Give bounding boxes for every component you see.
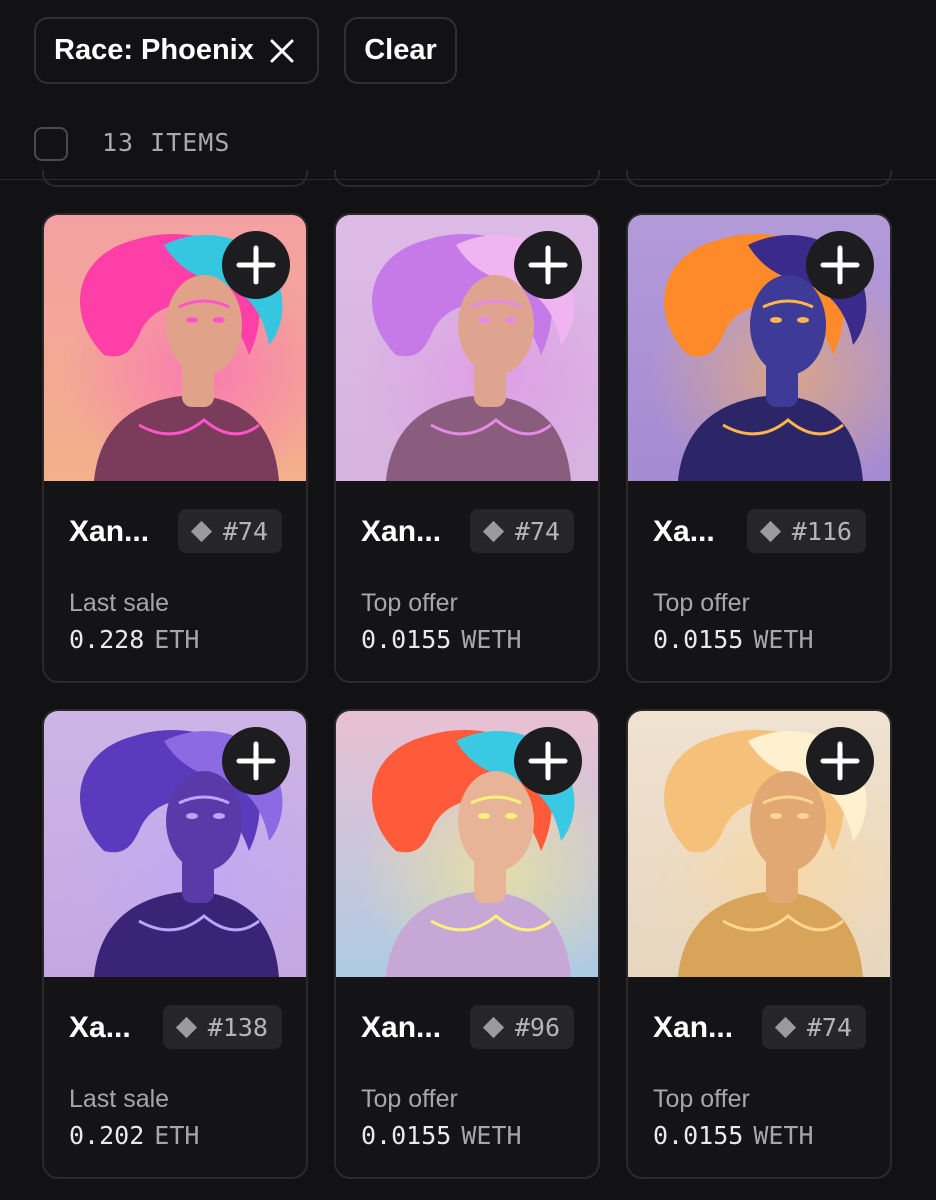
rarity-rank-badge[interactable]: #74 — [469, 509, 574, 553]
price-currency: ETH — [154, 1121, 200, 1150]
price-label: Top offer — [361, 589, 458, 617]
price-label: Top offer — [653, 589, 750, 617]
rarity-rank-badge[interactable]: #138 — [162, 1005, 282, 1049]
clear-filters-button[interactable]: Clear — [344, 17, 457, 84]
previous-row-card-edge — [626, 170, 892, 187]
rarity-rank: #96 — [514, 1012, 560, 1042]
diamond-icon — [482, 1016, 504, 1038]
plus-icon — [236, 741, 276, 781]
diamond-icon — [190, 520, 212, 542]
previous-row-card-edge — [334, 170, 600, 187]
price-label: Top offer — [653, 1085, 750, 1113]
plus-icon — [236, 245, 276, 285]
nft-name: Xa... — [653, 515, 715, 548]
add-to-cart-button[interactable] — [514, 231, 582, 299]
rarity-rank: #74 — [806, 1012, 852, 1042]
price-currency: WETH — [753, 1121, 814, 1150]
price-value: 0.202 ETH — [69, 1121, 199, 1150]
price-amount: 0.202 — [69, 1121, 145, 1150]
nft-artwork[interactable] — [336, 711, 598, 977]
price-amount: 0.0155 — [653, 625, 744, 654]
rarity-rank-badge[interactable]: #96 — [469, 1005, 574, 1049]
filter-bar: Race: Phoenix Clear 13 ITEMS — [0, 0, 936, 180]
diamond-icon — [774, 1016, 796, 1038]
add-to-cart-button[interactable] — [806, 231, 874, 299]
nft-name: Xan... — [361, 515, 442, 548]
price-label: Last sale — [69, 1085, 170, 1113]
plus-icon — [528, 741, 568, 781]
diamond-icon — [175, 1016, 197, 1038]
diamond-icon — [482, 520, 504, 542]
price-amount: 0.0155 — [653, 1121, 744, 1150]
add-to-cart-button[interactable] — [514, 727, 582, 795]
price-value: 0.0155 WETH — [653, 625, 814, 654]
rarity-rank-badge[interactable]: #74 — [761, 1005, 866, 1049]
add-to-cart-button[interactable] — [222, 231, 290, 299]
rarity-rank-badge[interactable]: #116 — [746, 509, 866, 553]
nft-card[interactable]: Xa... #116 Top offer 0.0155 WETH — [626, 213, 892, 683]
price-label: Last sale — [69, 589, 170, 617]
price-label: Top offer — [361, 1085, 458, 1113]
nft-name: Xan... — [361, 1011, 442, 1044]
plus-icon — [820, 741, 860, 781]
nft-card[interactable]: Xa... #138 Last sale 0.202 ETH — [42, 709, 308, 1179]
items-count: 13 ITEMS — [102, 128, 231, 157]
nft-name: Xan... — [653, 1011, 734, 1044]
price-amount: 0.0155 — [361, 625, 452, 654]
nft-card[interactable]: Xan... #74 Last sale 0.228 ETH — [42, 213, 308, 683]
nft-card[interactable]: Xan... #74 Top offer 0.0155 WETH — [334, 213, 600, 683]
price-currency: WETH — [753, 625, 814, 654]
plus-icon — [528, 245, 568, 285]
rarity-rank: #138 — [207, 1012, 268, 1042]
plus-icon — [820, 245, 860, 285]
nft-card[interactable]: Xan... #74 Top offer 0.0155 WETH — [626, 709, 892, 1179]
nft-artwork[interactable] — [628, 711, 890, 977]
race-filter-label: Race: Phoenix — [54, 34, 254, 66]
diamond-icon — [759, 520, 781, 542]
price-amount: 0.228 — [69, 625, 145, 654]
price-value: 0.0155 WETH — [361, 625, 522, 654]
price-amount: 0.0155 — [361, 1121, 452, 1150]
nft-artwork[interactable] — [44, 711, 306, 977]
price-value: 0.228 ETH — [69, 625, 199, 654]
nft-artwork[interactable] — [336, 215, 598, 481]
add-to-cart-button[interactable] — [222, 727, 290, 795]
nft-name: Xa... — [69, 1011, 131, 1044]
close-icon[interactable] — [269, 38, 295, 64]
rarity-rank: #74 — [222, 516, 268, 546]
nft-card[interactable]: Xan... #96 Top offer 0.0155 WETH — [334, 709, 600, 1179]
price-value: 0.0155 WETH — [653, 1121, 814, 1150]
rarity-rank-badge[interactable]: #74 — [177, 509, 282, 553]
previous-row-card-edge — [42, 170, 308, 187]
clear-filters-label: Clear — [364, 34, 437, 66]
price-value: 0.0155 WETH — [361, 1121, 522, 1150]
nft-name: Xan... — [69, 515, 150, 548]
nft-artwork[interactable] — [628, 215, 890, 481]
rarity-rank: #74 — [514, 516, 560, 546]
nft-artwork[interactable] — [44, 215, 306, 481]
rarity-rank: #116 — [791, 516, 852, 546]
price-currency: WETH — [461, 625, 522, 654]
add-to-cart-button[interactable] — [806, 727, 874, 795]
select-all-checkbox[interactable] — [34, 127, 68, 161]
race-filter-chip[interactable]: Race: Phoenix — [34, 17, 319, 84]
price-currency: WETH — [461, 1121, 522, 1150]
price-currency: ETH — [154, 625, 200, 654]
